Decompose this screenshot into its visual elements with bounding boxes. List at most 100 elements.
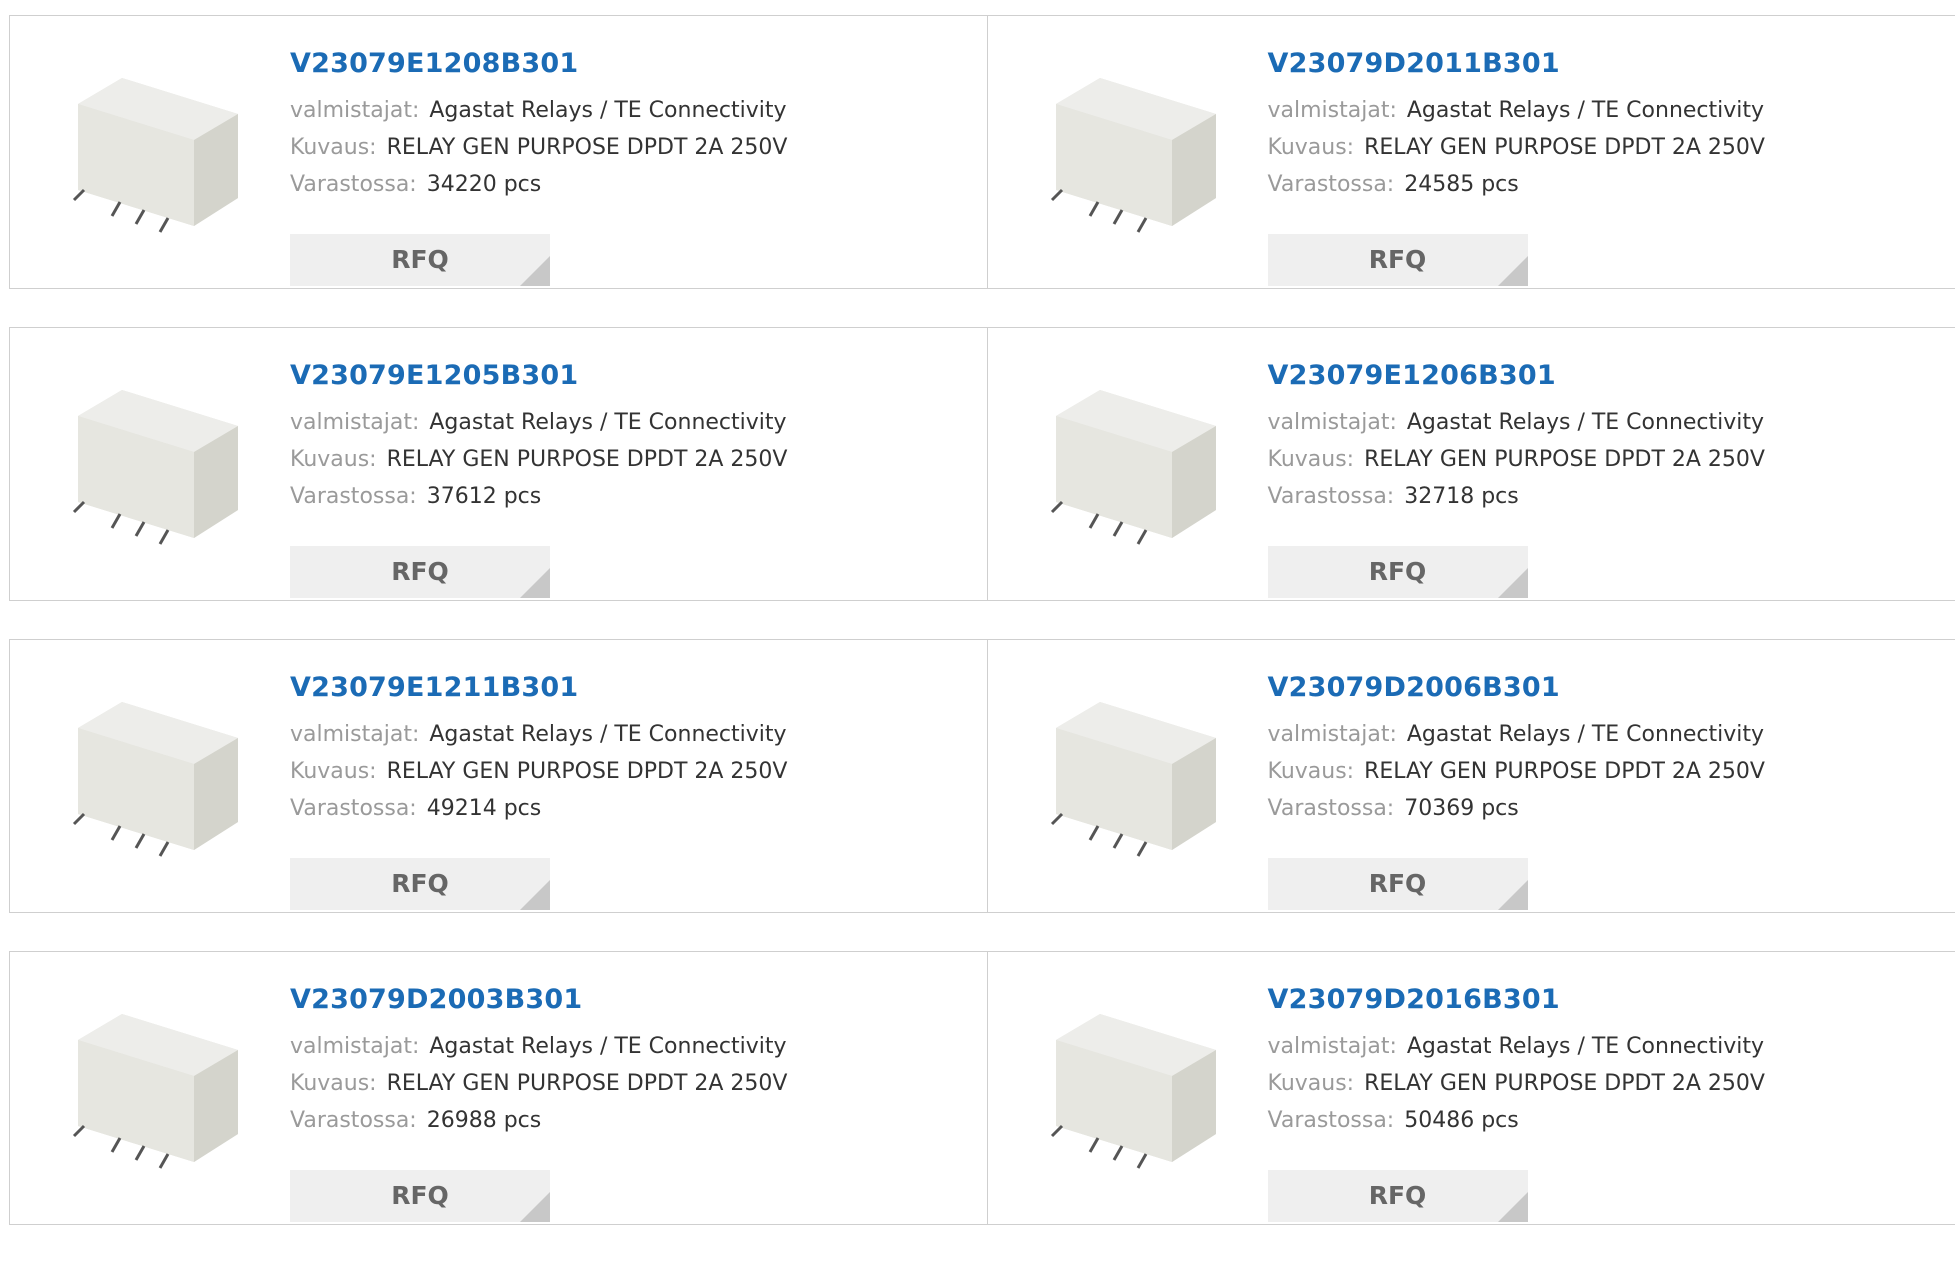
description-label: Kuvaus:	[290, 135, 377, 160]
product-card: V23079E1205B301 valmistajat: Agastat Rela…	[10, 328, 987, 600]
part-number-link[interactable]: V23079D2003B301	[290, 982, 787, 1018]
description-label: Kuvaus:	[290, 447, 377, 472]
manufacturer-row: valmistajat:Agastat Relays / TE Connecti…	[290, 1028, 787, 1065]
rfq-button-label: RFQ	[1268, 1170, 1528, 1222]
rfq-button[interactable]: RFQ	[290, 234, 550, 286]
manufacturer-value: Agastat Relays / TE Connectivity	[1407, 722, 1764, 747]
rfq-button-label: RFQ	[290, 234, 550, 286]
relay-product-image	[1028, 680, 1228, 880]
description-value: RELAY GEN PURPOSE DPDT 2A 250V	[1364, 447, 1765, 472]
rfq-button[interactable]: RFQ	[290, 858, 550, 910]
product-image[interactable]	[50, 368, 250, 568]
part-number-link[interactable]: V23079D2011B301	[1268, 46, 1765, 82]
stock-row: Varastossa:26988 pcs	[290, 1102, 787, 1139]
product-info: V23079D2003B301 valmistajat:Agastat Rela…	[290, 982, 787, 1139]
manufacturer-value: Agastat Relays / TE Connectivity	[429, 98, 786, 123]
product-info: V23079E1205B301 valmistajat: Agastat Rela…	[290, 358, 787, 515]
stock-row: Varastossa: 49214 pcs	[290, 790, 787, 827]
stock-value: 32718 pcs	[1404, 484, 1519, 509]
relay-product-image	[50, 992, 250, 1192]
part-number-link[interactable]: V23079E1211B301	[290, 670, 787, 706]
product-image[interactable]	[1028, 680, 1228, 880]
description-row: Kuvaus:RELAY GEN PURPOSE DPDT 2A 250V	[1268, 753, 1765, 790]
description-label: Kuvaus:	[1268, 1071, 1355, 1096]
relay-product-image	[50, 368, 250, 568]
manufacturer-label: valmistajat:	[1268, 98, 1397, 123]
product-image[interactable]	[1028, 368, 1228, 568]
description-row: Kuvaus:RELAY GEN PURPOSE DPDT 2A 250V	[290, 1065, 787, 1102]
product-image[interactable]	[50, 56, 250, 256]
stock-row: Varastossa:70369 pcs	[1268, 790, 1765, 827]
manufacturer-row: valmistajat:Agastat Relays / TE Connecti…	[1268, 1028, 1765, 1065]
description-label: Kuvaus:	[1268, 135, 1355, 160]
stock-value: 37612 pcs	[427, 484, 542, 509]
corner-triangle-icon	[520, 1192, 550, 1222]
corner-triangle-icon	[1498, 256, 1528, 286]
part-number-link[interactable]: V23079E1206B301	[1268, 358, 1765, 394]
stock-label: Varastossa:	[290, 172, 417, 197]
rfq-button[interactable]: RFQ	[290, 546, 550, 598]
part-number-link[interactable]: V23079D2016B301	[1268, 982, 1765, 1018]
rfq-button[interactable]: RFQ	[1268, 234, 1528, 286]
rfq-button[interactable]: RFQ	[1268, 858, 1528, 910]
part-number-link[interactable]: V23079E1208B301	[290, 46, 787, 82]
stock-row: Varastossa:32718 pcs	[1268, 478, 1765, 515]
description-label: Kuvaus:	[290, 1071, 377, 1096]
product-card: V23079E1208B301 valmistajat:Agastat Rela…	[10, 16, 987, 288]
relay-product-image	[1028, 368, 1228, 568]
product-info: V23079D2016B301 valmistajat:Agastat Rela…	[1268, 982, 1765, 1139]
description-label: Kuvaus:	[290, 759, 377, 784]
rfq-button-label: RFQ	[290, 1170, 550, 1222]
product-image[interactable]	[1028, 56, 1228, 256]
product-card: V23079D2016B301 valmistajat:Agastat Rela…	[987, 952, 1955, 1224]
manufacturer-label: valmistajat:	[1268, 410, 1397, 435]
description-row: Kuvaus: RELAY GEN PURPOSE DPDT 2A 250V	[1268, 441, 1765, 478]
description-value: RELAY GEN PURPOSE DPDT 2A 250V	[387, 759, 788, 784]
corner-triangle-icon	[520, 880, 550, 910]
manufacturer-label: valmistajat:	[290, 410, 419, 435]
description-label: Kuvaus:	[1268, 759, 1355, 784]
rfq-button-label: RFQ	[1268, 546, 1528, 598]
stock-row: Varastossa:24585 pcs	[1268, 166, 1765, 203]
rfq-button[interactable]: RFQ	[1268, 1170, 1528, 1222]
rfq-button[interactable]: RFQ	[290, 1170, 550, 1222]
product-info: V23079E1206B301 valmistajat:Agastat Rela…	[1268, 358, 1765, 515]
description-row: Kuvaus:RELAY GEN PURPOSE DPDT 2A 250V	[290, 441, 787, 478]
manufacturer-value: Agastat Relays / TE Connectivity	[1407, 1034, 1764, 1059]
stock-value: 50486 pcs	[1404, 1108, 1519, 1133]
manufacturer-label: valmistajat:	[1268, 722, 1397, 747]
stock-value: 26988 pcs	[427, 1108, 542, 1133]
rfq-button-label: RFQ	[1268, 234, 1528, 286]
stock-label: Varastossa:	[1268, 1108, 1395, 1133]
description-value: RELAY GEN PURPOSE DPDT 2A 250V	[1364, 1071, 1765, 1096]
part-number-link[interactable]: V23079D2006B301	[1268, 670, 1765, 706]
manufacturer-row: valmistajat: Agastat Relays / TE Connecti…	[1268, 92, 1765, 129]
product-row: V23079E1208B301 valmistajat: Agastat Rela…	[9, 15, 1955, 289]
part-number-link[interactable]: V23079E1205B301	[290, 358, 787, 394]
stock-row: Varastossa: 50486 pcs	[1268, 1102, 1765, 1139]
stock-label: Varastossa:	[290, 796, 417, 821]
product-image[interactable]	[50, 680, 250, 880]
stock-value: 70369 pcs	[1404, 796, 1519, 821]
product-image[interactable]	[1028, 992, 1228, 1192]
manufacturer-value: Agastat Relays / TE Connectivity	[429, 722, 786, 747]
product-grid: V23079E1208B301 valmistajat: Agastat Rela…	[9, 15, 1955, 1263]
stock-value: 49214 pcs	[427, 796, 542, 821]
stock-value: 34220 pcs	[427, 172, 542, 197]
description-value: RELAY GEN PURPOSE DPDT 2A 250V	[387, 135, 788, 160]
rfq-button[interactable]: RFQ	[1268, 546, 1528, 598]
relay-product-image	[50, 56, 250, 256]
description-label: Kuvaus:	[1268, 447, 1355, 472]
manufacturer-value: Agastat Relays / TE Connectivity	[1407, 98, 1764, 123]
manufacturer-row: valmistajat:Agastat Relays / TE Connecti…	[290, 716, 787, 753]
product-card: V23079D2011B301 valmistajat: Agastat Rela…	[987, 16, 1955, 288]
product-image[interactable]	[50, 992, 250, 1192]
manufacturer-row: valmistajat: Agastat Relays / TE Connecti…	[290, 404, 787, 441]
manufacturer-label: valmistajat:	[290, 1034, 419, 1059]
description-row: Kuvaus: RELAY GEN PURPOSE DPDT 2A 250V	[1268, 1065, 1765, 1102]
product-info: V23079D2006B301 valmistajat: Agastat Rela…	[1268, 670, 1765, 827]
product-info: V23079E1211B301 valmistajat:Agastat Rela…	[290, 670, 787, 827]
product-card: V23079E1211B301 valmistajat:Agastat Rela…	[10, 640, 987, 912]
manufacturer-value: Agastat Relays / TE Connectivity	[429, 410, 786, 435]
relay-product-image	[1028, 992, 1228, 1192]
